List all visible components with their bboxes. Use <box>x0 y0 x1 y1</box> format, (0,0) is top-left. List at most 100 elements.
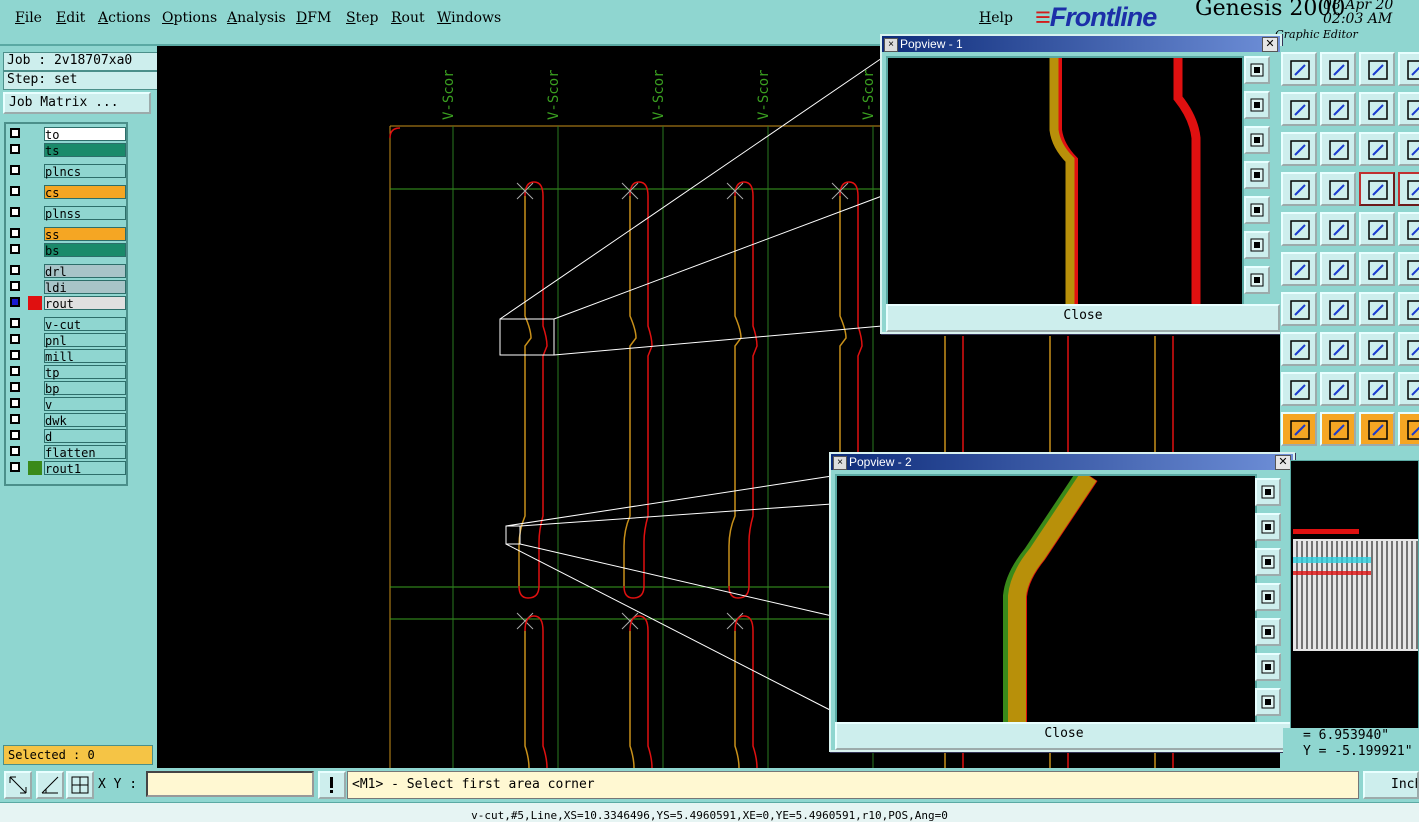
popview-tool-button[interactable] <box>1255 513 1281 541</box>
layer-row-dwk[interactable]: dwk <box>8 413 126 428</box>
layer-row-pnl[interactable]: pnl <box>8 333 126 348</box>
palette-tool-button[interactable] <box>1281 332 1317 366</box>
layer-name[interactable]: drl <box>44 264 126 279</box>
layer-row-bs[interactable]: bs <box>8 243 126 258</box>
layer-checkbox[interactable] <box>10 144 20 154</box>
palette-tool-button[interactable] <box>1398 252 1419 286</box>
layer-row-plnss[interactable]: plnss <box>8 206 126 221</box>
layer-row-mill[interactable]: mill <box>8 349 126 364</box>
layer-name[interactable]: ldi <box>44 280 126 295</box>
popview-tool-button[interactable] <box>1244 56 1270 84</box>
palette-tool-button[interactable] <box>1398 52 1419 86</box>
layer-checkbox[interactable] <box>10 334 20 344</box>
layer-checkbox[interactable] <box>10 128 20 138</box>
palette-tool-button[interactable] <box>1359 292 1395 326</box>
popview-1-titlebar[interactable]: × Popview - 1 ✕ <box>882 36 1280 52</box>
layer-checkbox[interactable] <box>10 228 20 238</box>
palette-tool-button[interactable] <box>1398 332 1419 366</box>
alert-button[interactable] <box>318 771 346 799</box>
layer-name[interactable]: ts <box>44 143 126 158</box>
layer-name[interactable]: rout <box>44 296 126 311</box>
layer-name[interactable]: mill <box>44 349 126 364</box>
palette-tool-button[interactable] <box>1398 412 1419 446</box>
layer-row-ts[interactable]: ts <box>8 143 126 158</box>
popview-tool-button[interactable] <box>1255 653 1281 681</box>
layer-name[interactable]: bp <box>44 381 126 396</box>
palette-tool-button[interactable] <box>1359 332 1395 366</box>
layer-name[interactable]: ss <box>44 227 126 242</box>
palette-tool-button[interactable] <box>1320 372 1356 406</box>
palette-tool-button[interactable] <box>1398 212 1419 246</box>
palette-tool-button[interactable] <box>1320 172 1356 206</box>
palette-tool-button[interactable] <box>1398 172 1419 206</box>
layer-checkbox[interactable] <box>10 165 20 175</box>
units-button[interactable]: Inch <box>1363 771 1419 799</box>
palette-tool-button[interactable] <box>1359 172 1395 206</box>
palette-tool-button[interactable] <box>1281 212 1317 246</box>
layer-checkbox[interactable] <box>10 297 20 307</box>
popview-2-close-button[interactable]: Close <box>835 722 1293 750</box>
palette-tool-button[interactable] <box>1398 292 1419 326</box>
layer-checkbox[interactable] <box>10 446 20 456</box>
popview-tool-button[interactable] <box>1244 266 1270 294</box>
palette-tool-button[interactable] <box>1359 212 1395 246</box>
layer-row-v[interactable]: v <box>8 397 126 412</box>
layer-row-tp[interactable]: tp <box>8 365 126 380</box>
popview-tool-button[interactable] <box>1255 688 1281 716</box>
palette-tool-button[interactable] <box>1281 92 1317 126</box>
popview-tool-button[interactable] <box>1244 231 1270 259</box>
layer-name[interactable]: tp <box>44 365 126 380</box>
palette-tool-button[interactable] <box>1320 52 1356 86</box>
menu-file[interactable]: File <box>15 10 42 26</box>
overview-panel[interactable] <box>1290 460 1419 730</box>
layer-checkbox[interactable] <box>10 382 20 392</box>
layer-checkbox[interactable] <box>10 462 20 472</box>
layer-row-flatten[interactable]: flatten <box>8 445 126 460</box>
menu-windows[interactable]: Windows <box>437 10 501 26</box>
menu-step[interactable]: Step <box>346 10 378 26</box>
layer-checkbox[interactable] <box>10 281 20 291</box>
layer-checkbox[interactable] <box>10 430 20 440</box>
layer-checkbox[interactable] <box>10 318 20 328</box>
palette-tool-button[interactable] <box>1281 412 1317 446</box>
popview-tool-button[interactable] <box>1255 618 1281 646</box>
popview-2-view[interactable] <box>835 474 1257 724</box>
layer-checkbox[interactable] <box>10 207 20 217</box>
menu-actions[interactable]: Actions <box>98 10 151 26</box>
palette-tool-button[interactable] <box>1359 92 1395 126</box>
layer-row-drl[interactable]: drl <box>8 264 126 279</box>
layer-row-ss[interactable]: ss <box>8 227 126 242</box>
palette-tool-button[interactable] <box>1359 132 1395 166</box>
menu-rout[interactable]: Rout <box>391 10 425 26</box>
layer-row-plncs[interactable]: plncs <box>8 164 126 179</box>
palette-tool-button[interactable] <box>1320 92 1356 126</box>
layer-row-d[interactable]: d <box>8 429 126 444</box>
layer-name[interactable]: flatten <box>44 445 126 460</box>
job-matrix-button[interactable]: Job Matrix ... <box>3 92 151 114</box>
layer-name[interactable]: cs <box>44 185 126 200</box>
layer-name[interactable]: v <box>44 397 126 412</box>
layer-checkbox[interactable] <box>10 398 20 408</box>
palette-tool-button[interactable] <box>1320 212 1356 246</box>
popview-tool-button[interactable] <box>1255 478 1281 506</box>
palette-tool-button[interactable] <box>1359 52 1395 86</box>
menu-dfm[interactable]: DFM <box>296 10 331 26</box>
menu-help[interactable]: Help <box>979 10 1013 26</box>
palette-tool-button[interactable] <box>1281 172 1317 206</box>
layer-row-to[interactable]: to <box>8 127 126 142</box>
layer-name[interactable]: rout1 <box>44 461 126 476</box>
popview-tool-button[interactable] <box>1244 126 1270 154</box>
palette-tool-button[interactable] <box>1359 252 1395 286</box>
window-menu-icon[interactable]: × <box>884 38 898 52</box>
close-icon[interactable]: ✕ <box>1275 455 1291 470</box>
layer-row-cs[interactable]: cs <box>8 185 126 200</box>
palette-tool-button[interactable] <box>1281 52 1317 86</box>
layer-name[interactable]: pnl <box>44 333 126 348</box>
menu-edit[interactable]: Edit <box>56 10 85 26</box>
layer-checkbox[interactable] <box>10 350 20 360</box>
layer-checkbox[interactable] <box>10 265 20 275</box>
layer-checkbox[interactable] <box>10 244 20 254</box>
palette-tool-button[interactable] <box>1281 292 1317 326</box>
palette-tool-button[interactable] <box>1359 412 1395 446</box>
menu-analysis[interactable]: Analysis <box>227 10 286 26</box>
